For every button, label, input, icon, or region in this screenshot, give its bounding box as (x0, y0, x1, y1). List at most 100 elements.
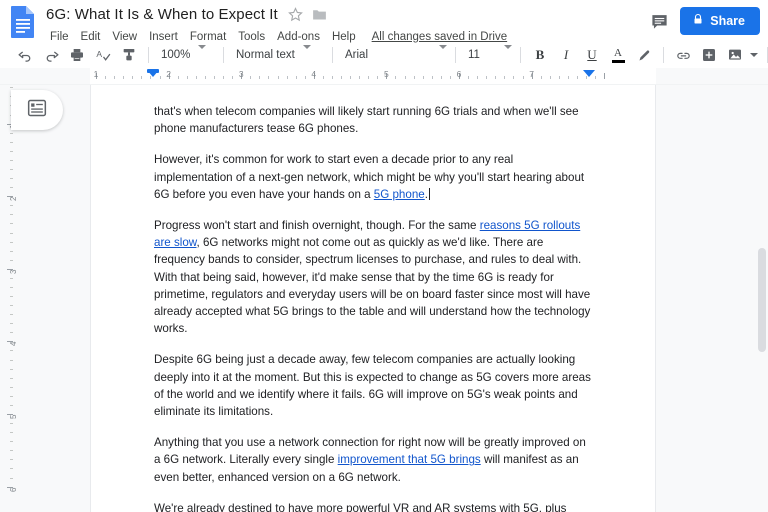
menu-insert[interactable]: Insert (143, 29, 184, 45)
vertical-scroll-thumb[interactable] (758, 248, 766, 352)
vertical-scrollbar[interactable] (756, 85, 768, 512)
redo-icon[interactable] (40, 44, 62, 66)
ruler-number: 7 (529, 69, 534, 79)
vertical-ruler-tick (10, 232, 13, 234)
chevron-down-icon (198, 45, 207, 61)
comment-history-icon[interactable] (648, 10, 670, 32)
paragraph-text: We're already destined to have more powe… (154, 501, 567, 512)
spellcheck-icon[interactable]: A (92, 44, 114, 66)
menu-edit[interactable]: Edit (75, 29, 107, 45)
ruler-tick (223, 76, 225, 79)
vertical-ruler-tick (10, 450, 13, 452)
paragraph-text: Despite 6G being just a decade away, few… (154, 353, 591, 419)
vertical-ruler-tick (10, 132, 13, 134)
ruler-tick (540, 76, 542, 79)
font-family-dropdown[interactable]: Arial (339, 44, 449, 66)
zoom-dropdown[interactable]: 100% (155, 44, 217, 66)
right-indent-marker[interactable] (583, 70, 595, 77)
bold-button[interactable]: B (529, 44, 551, 66)
document-text-body[interactable]: that's when telecom companies will likel… (154, 103, 594, 512)
text-color-label: A (614, 46, 622, 59)
share-label: Share (710, 14, 745, 28)
italic-button[interactable]: I (555, 44, 577, 66)
menu-format[interactable]: Format (184, 29, 232, 45)
share-button[interactable]: Share (680, 7, 760, 35)
highlight-pen-icon[interactable] (633, 44, 655, 66)
ruler-tick (449, 76, 451, 79)
menu-bar: File Edit View Insert Format Tools Add-o… (44, 26, 648, 47)
ruler-tick (277, 76, 279, 79)
google-docs-icon[interactable] (10, 5, 36, 39)
vertical-ruler-tick (10, 250, 13, 252)
document-link[interactable]: 5G phone (374, 188, 425, 201)
insert-image-icon[interactable] (724, 44, 746, 66)
vertical-ruler-tick (10, 459, 13, 461)
horizontal-ruler[interactable]: 1 2 3 4 5 6 7 (0, 68, 768, 85)
ruler-number: 1 (93, 69, 99, 79)
vertical-ruler-tick (10, 259, 13, 261)
ruler-number: 6 (456, 69, 462, 79)
paragraph-style-value: Normal text (236, 49, 295, 61)
toolbar-divider (520, 47, 521, 63)
vertical-ruler-number: 6 (8, 487, 18, 492)
undo-icon[interactable] (14, 44, 36, 66)
ruler-tick (232, 76, 234, 79)
toolbar-divider (455, 47, 456, 63)
document-outline-icon (27, 98, 47, 123)
document-header: 6G: What It Is & When to Expect It File … (0, 0, 768, 43)
ruler-tick (431, 76, 433, 79)
google-docs-window: 6G: What It Is & When to Expect It File … (0, 0, 768, 512)
ruler-page-area (90, 68, 656, 84)
vertical-ruler-tick (10, 377, 13, 379)
vertical-ruler-tick (10, 277, 13, 279)
menu-file[interactable]: File (44, 29, 75, 45)
ruler-tick (468, 76, 470, 79)
print-icon[interactable] (66, 44, 88, 66)
save-status[interactable]: All changes saved in Drive (372, 31, 508, 43)
document-outline-button[interactable] (11, 90, 63, 130)
paragraph-p4[interactable]: Despite 6G being just a decade away, few… (154, 351, 594, 420)
image-options-chevron-icon[interactable] (748, 44, 760, 66)
paragraph-p6[interactable]: We're already destined to have more powe… (154, 500, 594, 512)
menu-tools[interactable]: Tools (232, 29, 271, 45)
document-page[interactable]: that's when telecom companies will likel… (90, 85, 656, 512)
vertical-ruler-tick (10, 323, 13, 325)
bold-label: B (535, 47, 545, 62)
ruler-tick (114, 76, 116, 79)
menu-add-ons[interactable]: Add-ons (271, 29, 326, 45)
vertical-ruler-tick (10, 314, 13, 316)
paint-format-icon[interactable] (118, 44, 140, 66)
toolbar-divider (332, 47, 333, 63)
insert-link-icon[interactable] (672, 44, 694, 66)
font-size-dropdown[interactable]: 11 (462, 44, 514, 66)
folder-move-icon[interactable] (311, 6, 328, 23)
paragraph-p1[interactable]: that's when telecom companies will likel… (154, 103, 594, 137)
text-color-button[interactable]: A (607, 44, 629, 66)
vertical-ruler[interactable]: 123456 (0, 85, 18, 512)
vertical-ruler-tick (10, 468, 13, 470)
ruler-tick (567, 76, 569, 79)
paragraph-p5[interactable]: Anything that you use a network connecti… (154, 434, 594, 486)
ruler-tick (331, 76, 333, 79)
ruler-tick (195, 76, 197, 79)
add-comment-icon[interactable] (698, 44, 720, 66)
left-indent-marker[interactable] (147, 70, 159, 77)
paragraph-p3[interactable]: Progress won't start and finish overnigh… (154, 217, 594, 337)
underline-button[interactable]: U (581, 44, 603, 66)
header-actions: Share (648, 3, 760, 35)
svg-text:A: A (96, 48, 102, 58)
document-link[interactable]: improvement that 5G brings (338, 453, 481, 466)
page-title[interactable]: 6G: What It Is & When to Expect It (44, 6, 280, 23)
menu-view[interactable]: View (106, 29, 143, 45)
paragraph-text: . (424, 187, 428, 201)
paragraph-text: , 6G networks might not come out as quic… (154, 236, 591, 336)
paragraph-p2[interactable]: However, it's common for work to start e… (154, 151, 594, 203)
lock-icon (692, 13, 704, 29)
paragraph-style-dropdown[interactable]: Normal text (230, 44, 326, 66)
star-icon[interactable] (287, 6, 304, 23)
ruler-tick (322, 76, 324, 79)
menu-help[interactable]: Help (326, 29, 362, 45)
ruler-tick (159, 76, 161, 79)
ruler-tick (359, 76, 361, 79)
toolbar-divider (148, 47, 149, 63)
